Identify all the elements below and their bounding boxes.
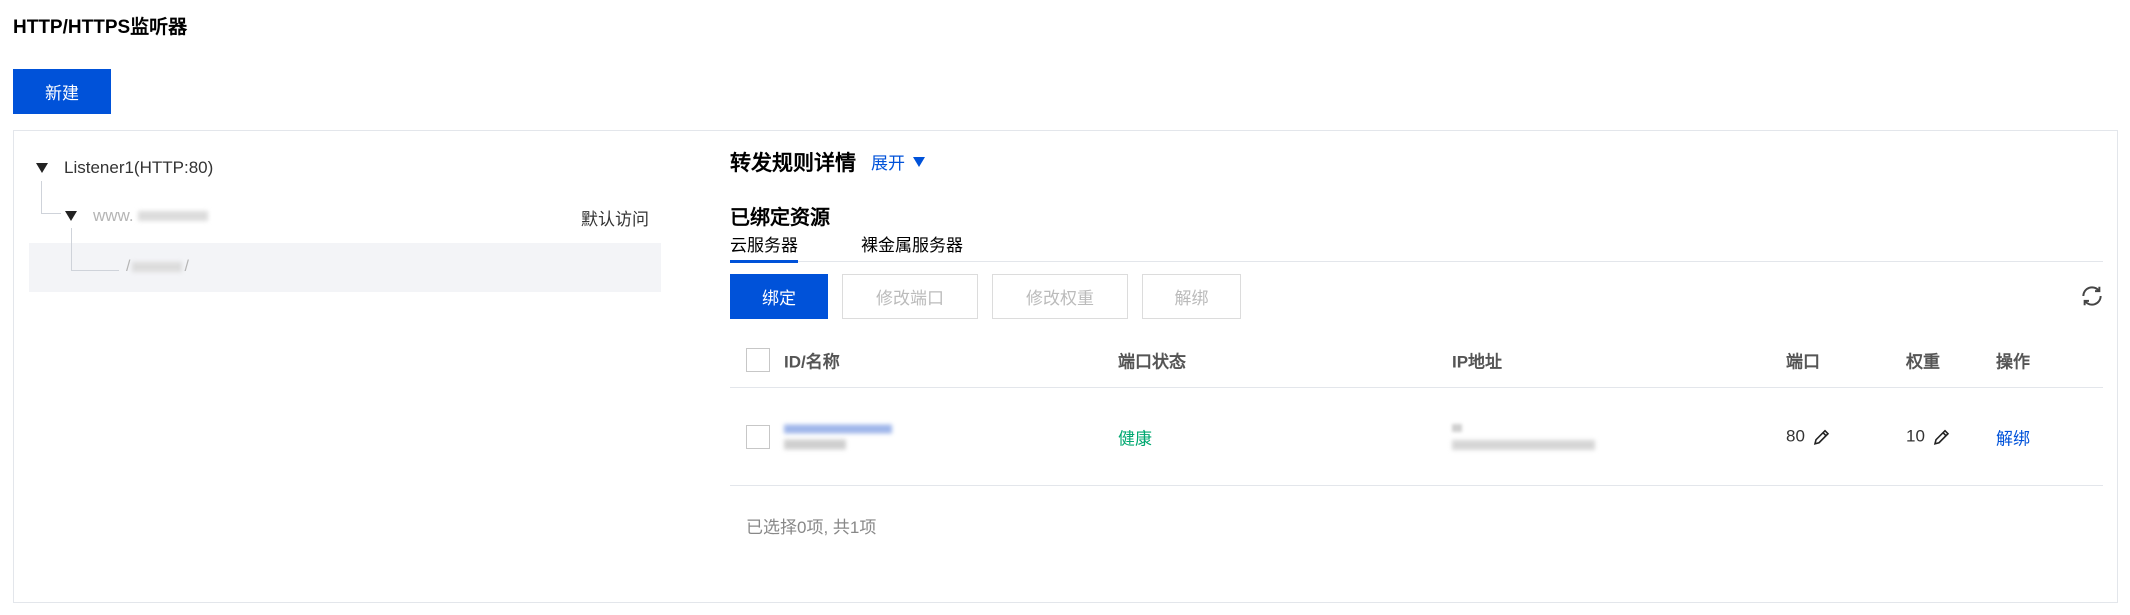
bound-resource-table: ID/名称 端口状态 IP地址 端口 权重 操作 健康 80 10 解绑 <box>730 333 2103 486</box>
path-suffix: / <box>184 258 189 275</box>
port-status: 健康 <box>1118 429 1152 448</box>
port-value: 80 <box>1786 426 1832 447</box>
tree-node-path[interactable]: / / <box>126 258 189 276</box>
caret-down-icon <box>913 156 925 167</box>
redacted-path <box>132 262 183 272</box>
bound-resources-title: 已绑定资源 <box>730 207 830 229</box>
tree-connector <box>71 270 119 271</box>
resource-tabs: 云服务器 裸金属服务器 <box>730 229 2103 263</box>
default-access-label: 默认访问 <box>581 210 649 229</box>
caret-down-icon[interactable] <box>65 211 77 221</box>
port-number: 80 <box>1786 426 1805 446</box>
selection-summary: 已选择0项, 共1项 <box>746 518 877 537</box>
caret-down-icon[interactable] <box>36 163 48 173</box>
select-all-checkbox[interactable] <box>746 348 770 372</box>
weight-value: 10 <box>1906 426 1952 447</box>
redacted-ip-label <box>1452 423 1462 432</box>
row-checkbox[interactable] <box>746 424 770 449</box>
new-button[interactable]: 新建 <box>13 69 111 114</box>
modify-port-button[interactable]: 修改端口 <box>842 274 978 319</box>
redacted-instance-name <box>784 439 846 449</box>
domain-label: www. <box>93 206 134 225</box>
weight-number: 10 <box>1906 426 1925 446</box>
page-title: HTTP/HTTPS监听器 <box>13 17 188 38</box>
table-row: 健康 80 10 解绑 <box>730 388 2103 486</box>
tree-node-domain[interactable]: www. <box>65 206 208 226</box>
tree-connector <box>41 181 42 213</box>
instance-id-name[interactable] <box>784 424 892 449</box>
modify-weight-button[interactable]: 修改权重 <box>992 274 1128 319</box>
col-id-name: ID/名称 <box>784 352 840 372</box>
listener-label: Listener1(HTTP:80) <box>64 158 214 177</box>
tree-connector <box>71 228 72 270</box>
listener-panel: Listener1(HTTP:80) www. 默认访问 / / 转发规则详情 … <box>13 130 2118 603</box>
row-unbind-link[interactable]: 解绑 <box>1996 424 2030 449</box>
col-port: 端口 <box>1786 352 1820 372</box>
unbind-button[interactable]: 解绑 <box>1142 274 1241 319</box>
expand-label: 展开 <box>871 154 905 173</box>
redacted-instance-id[interactable] <box>784 424 892 433</box>
redacted-ip <box>1452 439 1595 450</box>
pencil-icon[interactable] <box>1932 427 1952 447</box>
redacted-domain <box>137 211 208 221</box>
col-operation: 操作 <box>1996 352 2030 372</box>
tree-node-path-row[interactable] <box>29 243 661 292</box>
listener-tree: Listener1(HTTP:80) www. 默认访问 / / <box>14 131 694 602</box>
expand-link[interactable]: 展开 <box>871 149 925 174</box>
tree-node-listener[interactable]: Listener1(HTTP:80) <box>36 158 213 178</box>
tab-cvm[interactable]: 云服务器 <box>730 231 798 263</box>
col-weight: 权重 <box>1906 352 1940 372</box>
ip-address <box>1452 423 1595 450</box>
tree-connector <box>41 213 61 214</box>
path-prefix: / <box>126 258 131 275</box>
col-ip: IP地址 <box>1452 352 1503 372</box>
rule-detail-title: 转发规则详情 <box>730 152 856 175</box>
col-port-status: 端口状态 <box>1118 352 1186 372</box>
table-header: ID/名称 端口状态 IP地址 端口 权重 操作 <box>730 333 2103 388</box>
pencil-icon[interactable] <box>1812 427 1832 447</box>
tab-bare-metal[interactable]: 裸金属服务器 <box>861 231 963 260</box>
bind-button[interactable]: 绑定 <box>730 274 828 319</box>
refresh-icon[interactable] <box>2079 283 2105 309</box>
